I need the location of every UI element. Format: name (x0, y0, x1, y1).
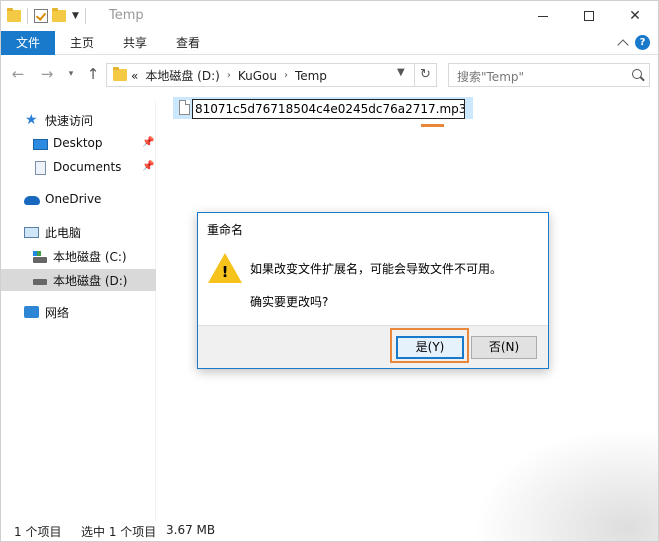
customize-toolbar-dropdown-icon[interactable]: ▼ (72, 11, 79, 21)
sidebar-item-drive-d[interactable]: 本地磁盘 (D:) (1, 269, 156, 291)
up-arrow-icon[interactable]: ↑ (84, 65, 102, 83)
status-bar: 1 个项目 选中 1 个项目 3.67 MB (1, 519, 658, 541)
sidebar-item-label: Documents (53, 160, 122, 174)
status-size: 3.67 MB (166, 523, 216, 537)
chevron-right-icon[interactable]: › (227, 70, 231, 81)
rename-input[interactable]: 81071c5d76718504c4e0245dc76a2717.mp3 (192, 99, 465, 119)
sidebar-item-label: OneDrive (45, 192, 102, 206)
quick-access-toolbar: ▼ (7, 7, 88, 25)
tab-file[interactable]: 文件 (1, 31, 55, 55)
dialog-footer: 是(Y) 否(N) (198, 325, 548, 368)
folder-icon (7, 8, 21, 22)
help-icon[interactable]: ? (635, 35, 650, 50)
divider (27, 8, 28, 24)
minimize-icon (538, 15, 548, 17)
divider (84, 8, 86, 24)
file-icon (179, 100, 190, 115)
sidebar-item-label: 本地磁盘 (D:) (53, 274, 128, 288)
extension-highlight (421, 124, 444, 127)
window-title: Temp (109, 8, 144, 23)
system-drive-icon (33, 257, 47, 263)
dialog-message: 如果改变文件扩展名，可能会导致文件不可用。 (250, 262, 503, 276)
computer-icon (24, 227, 39, 238)
pin-icon[interactable]: 📌 (142, 161, 154, 172)
pin-icon[interactable]: 📌 (142, 137, 154, 148)
desktop-icon (33, 139, 48, 150)
sidebar-item-network[interactable]: 网络 (1, 301, 156, 323)
new-folder-icon[interactable] (52, 8, 66, 22)
search-icon (632, 69, 642, 79)
refresh-icon: ↻ (420, 67, 431, 82)
breadcrumb-overflow[interactable]: « (131, 69, 138, 83)
tab-share[interactable]: 共享 (109, 31, 161, 55)
dialog-question: 确实要更改吗? (250, 295, 329, 309)
sidebar-item-desktop[interactable]: Desktop 📌 (1, 133, 156, 155)
tab-view[interactable]: 查看 (161, 31, 215, 55)
sidebar-item-label: 此电脑 (45, 226, 82, 240)
close-button[interactable]: ✕ (612, 1, 658, 31)
star-icon: ★ (25, 112, 38, 128)
close-icon: ✕ (629, 8, 641, 24)
network-icon (24, 306, 39, 318)
ribbon-right-controls: ? (617, 35, 650, 51)
no-button[interactable]: 否(N) (471, 336, 537, 359)
window-controls: ✕ (520, 1, 658, 31)
refresh-button[interactable]: ↻ (415, 63, 437, 87)
breadcrumb-kugou[interactable]: KuGou (238, 69, 277, 83)
collapse-ribbon-icon[interactable] (617, 38, 629, 51)
breadcrumb: « 本地磁盘 (D:) › KuGou › Temp (131, 67, 327, 84)
status-item-count: 1 个项目 (14, 525, 62, 539)
drive-icon (33, 279, 47, 285)
rename-dialog: 重命名 ! 如果改变文件扩展名，可能会导致文件不可用。 确实要更改吗? 是(Y)… (197, 212, 549, 369)
sidebar-item-this-pc[interactable]: 此电脑 (1, 221, 156, 243)
sidebar-item-label: Desktop (53, 136, 103, 150)
dialog-title: 重命名 (207, 223, 244, 237)
cloud-icon (24, 196, 40, 205)
chevron-right-icon[interactable]: › (284, 70, 288, 81)
properties-icon[interactable] (34, 9, 48, 23)
minimize-button[interactable] (520, 1, 566, 31)
sidebar-item-label: 网络 (45, 306, 70, 320)
status-selected: 选中 1 个项目 (81, 525, 157, 539)
folder-icon (113, 67, 127, 81)
maximize-button[interactable] (566, 1, 612, 31)
tab-home[interactable]: 主页 (55, 31, 109, 55)
sidebar-item-drive-c[interactable]: 本地磁盘 (C:) (1, 245, 156, 267)
yes-button-highlight (390, 328, 469, 363)
sidebar-item-label: 快速访问 (45, 114, 94, 128)
chevron-down-icon[interactable]: ▼ (397, 67, 405, 78)
recent-locations-icon[interactable]: ▾ (62, 69, 80, 79)
navigation-bar: ← → ▾ ↑ « 本地磁盘 (D:) › KuGou › Temp ▼ ↻ 搜… (1, 61, 658, 89)
back-arrow-icon[interactable]: ← (9, 65, 27, 83)
search-box[interactable]: 搜索"Temp" (448, 63, 650, 87)
sidebar-item-label: 本地磁盘 (C:) (53, 250, 127, 264)
documents-icon (35, 161, 46, 175)
forward-arrow-icon[interactable]: → (38, 65, 56, 83)
sidebar-item-onedrive[interactable]: OneDrive (1, 189, 156, 211)
search-placeholder: 搜索"Temp" (457, 70, 525, 84)
address-bar[interactable]: « 本地磁盘 (D:) › KuGou › Temp ▼ (106, 63, 415, 87)
maximize-icon (584, 11, 594, 21)
title-bar: ▼ Temp ✕ (1, 1, 658, 31)
navigation-pane: ★ 快速访问 Desktop 📌 Documents 📌 OneDrive 此电… (1, 101, 156, 521)
breadcrumb-temp[interactable]: Temp (295, 69, 327, 83)
sidebar-item-quick-access[interactable]: ★ 快速访问 (1, 109, 156, 131)
breadcrumb-drive-d[interactable]: 本地磁盘 (D:) (145, 67, 219, 84)
sidebar-item-documents[interactable]: Documents 📌 (1, 157, 156, 179)
ribbon-tabs: 文件 主页 共享 查看 ? (1, 31, 658, 55)
warning-mark: ! (221, 263, 229, 281)
